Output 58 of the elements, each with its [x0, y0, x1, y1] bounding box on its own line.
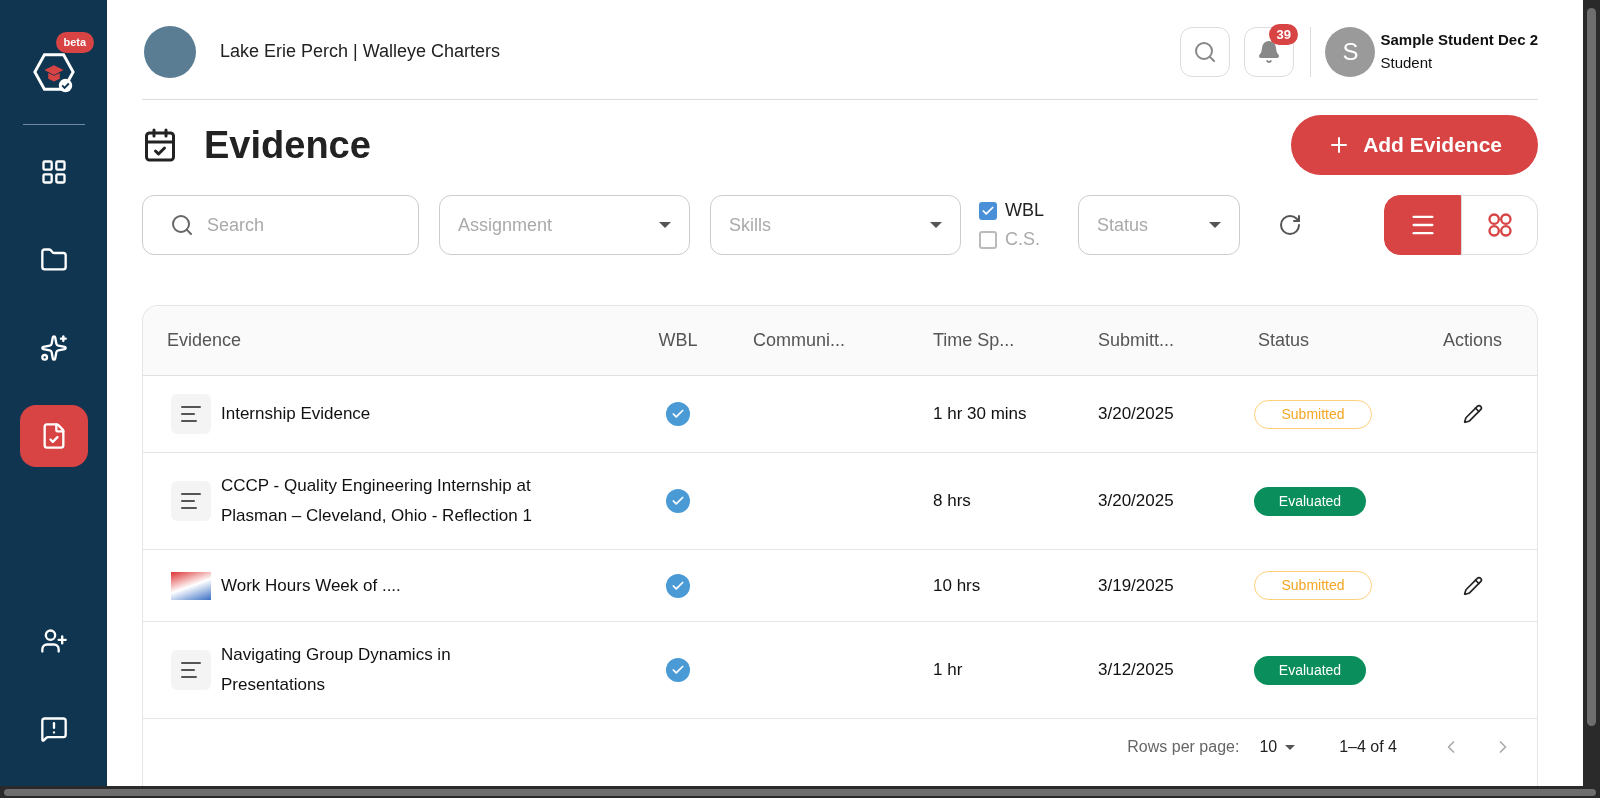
- organization-name: Lake Erie Perch | Walleye Charters: [220, 40, 501, 63]
- caret-icon: [930, 222, 942, 228]
- submitted-date: 3/19/2025: [1098, 575, 1174, 595]
- status-badge: Evaluated: [1254, 655, 1366, 685]
- column-header: Actions: [1443, 329, 1502, 352]
- grid-icon: [1485, 211, 1514, 239]
- time-spent: 1 hr: [933, 660, 963, 680]
- time-spent: 10 hrs: [933, 575, 981, 595]
- page-title: Evidence: [204, 122, 371, 168]
- column-header: Communi...: [753, 330, 846, 350]
- rows-per-page-select[interactable]: 10: [1259, 735, 1296, 759]
- user-role: Student: [1380, 52, 1434, 73]
- evidence-title[interactable]: Navigating Group Dynamics in Presentations: [221, 640, 551, 700]
- view-toggle-button[interactable]: [1384, 195, 1461, 255]
- notification-count: 39: [1269, 23, 1298, 45]
- caret-icon: [1209, 222, 1221, 228]
- submitted-date: 3/12/2025: [1098, 660, 1174, 680]
- column-header: WBL: [658, 329, 698, 352]
- submitted-date: 3/20/2025: [1098, 491, 1174, 511]
- checkbox-label: WBL: [1005, 199, 1044, 222]
- column-header: Evidence: [167, 330, 242, 350]
- bell-icon: [1257, 39, 1282, 64]
- search-icon: [1193, 39, 1218, 64]
- caret-icon: [659, 222, 671, 228]
- sidebar-nav-button[interactable]: [19, 405, 88, 467]
- evidence-title[interactable]: Internship Evidence: [221, 399, 371, 429]
- folder-icon: [39, 246, 68, 274]
- add-user-icon: [39, 627, 68, 655]
- time-spent: 8 hrs: [933, 491, 971, 511]
- page-range: 1–4 of 4: [1339, 737, 1397, 757]
- rows-per-page-label: Rows per page:: [1127, 737, 1240, 757]
- sparkle-chart-icon: [39, 334, 68, 362]
- notifications-button[interactable]: 39: [1244, 26, 1295, 77]
- feedback-icon: [39, 715, 68, 743]
- column-header: Time Sp...: [933, 330, 1015, 350]
- add-evidence-button[interactable]: Add Evidence: [1291, 115, 1538, 175]
- column-header: Submitt...: [1098, 330, 1175, 350]
- status-badge: Evaluated: [1254, 486, 1366, 516]
- horizontal-scrollbar[interactable]: [4, 788, 1596, 796]
- checkbox[interactable]: [979, 201, 997, 220]
- user-avatar: S: [1325, 26, 1376, 77]
- grid-icon: [39, 158, 68, 186]
- user-name: Sample Student Dec 2: [1380, 30, 1538, 50]
- checkbox-label: C.S.: [1005, 228, 1040, 251]
- image-thumbnail: [171, 571, 211, 600]
- reset-icon: [1278, 213, 1302, 237]
- beta-badge: beta: [55, 32, 95, 53]
- evidence-title[interactable]: Work Hours Week of ....: [221, 570, 401, 601]
- checkbox[interactable]: [979, 230, 997, 249]
- submitted-date: 3/20/2025: [1098, 404, 1174, 424]
- column-header: Status: [1258, 330, 1310, 350]
- calendar-check-icon: [142, 127, 178, 163]
- search-icon: [170, 213, 194, 237]
- organization-photo: [144, 25, 196, 78]
- time-spent: 1 hr 30 mins: [933, 404, 1027, 424]
- search-button[interactable]: [1180, 26, 1231, 77]
- evidence-title[interactable]: CCCP - Quality Engineering Internship at Plasman – Cleveland, Ohio - Reflection 1: [221, 471, 551, 531]
- search-field[interactable]: Search: [142, 195, 419, 255]
